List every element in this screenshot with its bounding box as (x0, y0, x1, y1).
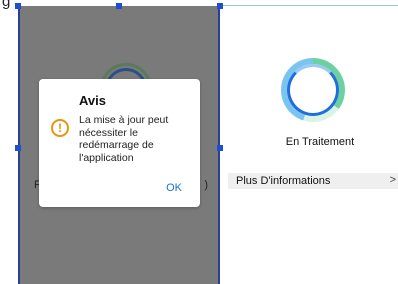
top-divider (220, 5, 398, 6)
info-row-end-fragment: ) (204, 179, 208, 191)
ok-button[interactable]: OK (166, 182, 182, 194)
more-info-label: Plus D'informations (236, 175, 331, 187)
chevron-right-icon: > (389, 174, 396, 186)
resize-handle-top-left[interactable] (15, 3, 21, 9)
spinner-icon (287, 64, 339, 116)
more-info-row[interactable]: Plus D'informations > (228, 173, 398, 189)
resize-handle-top-mid[interactable] (116, 3, 122, 9)
resize-handle-mid-left[interactable] (15, 145, 21, 151)
warning-icon: ! (51, 119, 69, 137)
status-label: En Traitement (285, 136, 355, 148)
top-fragment-text: g (2, 0, 11, 10)
dialog-title: Avis (79, 93, 106, 108)
resize-handle-top-right[interactable] (217, 3, 223, 9)
resize-handle-mid-right[interactable] (217, 145, 223, 151)
dialog-message: La mise à jour peut nécessiter le redéma… (79, 114, 169, 164)
notice-dialog: Avis ! La mise à jour peut nécessiter le… (39, 79, 200, 207)
